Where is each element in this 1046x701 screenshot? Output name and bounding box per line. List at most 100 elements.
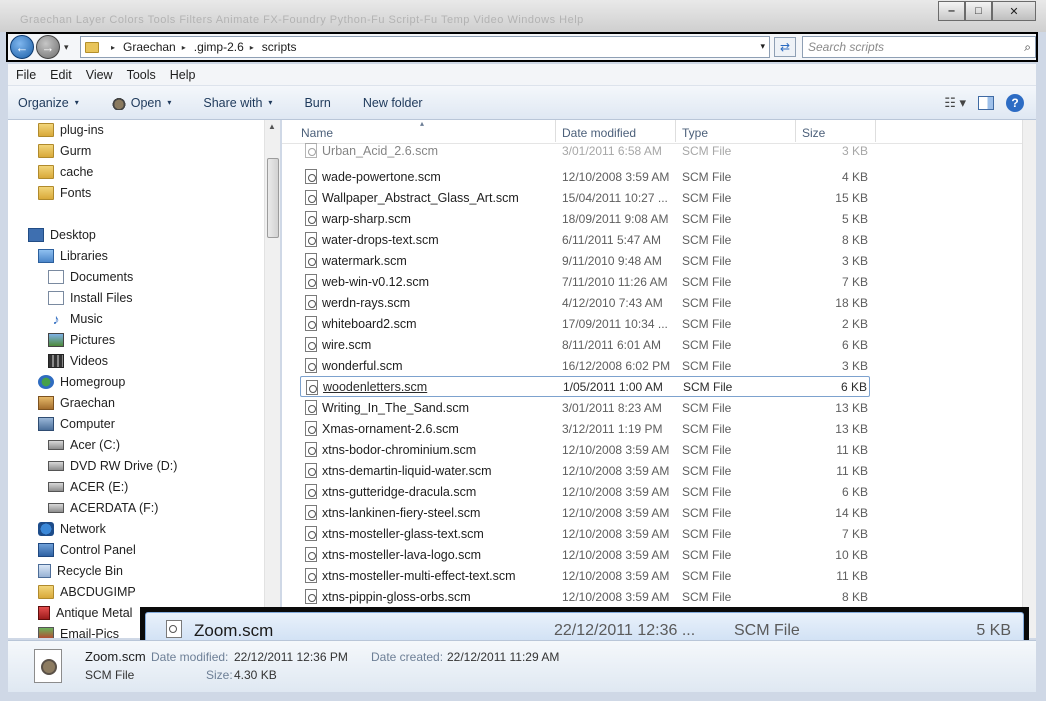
column-divider[interactable] <box>675 120 676 142</box>
table-row[interactable]: wire.scm 8/11/2011 6:01 AM SCM File 6 KB <box>300 334 870 355</box>
table-row[interactable]: watermark.scm 9/11/2010 9:48 AM SCM File 3 … <box>300 250 870 271</box>
nav-drive-f[interactable]: ACERDATA (F:) <box>48 498 158 518</box>
breadcrumb-root-arrow[interactable]: ▸ <box>105 43 123 52</box>
breadcrumb-gimp[interactable]: .gimp-2.6 ▸ <box>194 40 262 54</box>
table-row-selected[interactable]: woodenletters.scm 1/05/2011 1:00 AM SCM Fi… <box>300 376 870 397</box>
nav-antique-metal[interactable]: Antique Metal <box>38 603 132 623</box>
nav-computer[interactable]: Computer <box>38 414 115 434</box>
nav-graechan[interactable]: Graechan <box>38 393 115 413</box>
back-button[interactable]: ← <box>10 35 34 59</box>
column-divider[interactable] <box>555 120 556 142</box>
preview-pane-icon[interactable] <box>978 96 994 110</box>
nav-drive-d[interactable]: DVD RW Drive (D:) <box>48 456 177 476</box>
menu-tools[interactable]: Tools <box>127 68 156 82</box>
menu-help[interactable]: Help <box>170 68 196 82</box>
nav-fonts[interactable]: Fonts <box>38 183 91 203</box>
file-type: SCM File <box>682 421 732 436</box>
search-icon[interactable]: ⌕ <box>1024 40 1031 55</box>
nav-install-files[interactable]: Install Files <box>48 288 133 308</box>
forward-button[interactable]: → <box>36 35 60 59</box>
table-row[interactable]: Wallpaper_Abstract_Glass_Art.scm 15/04/20… <box>300 187 870 208</box>
table-row[interactable]: warp-sharp.scm 18/09/2011 9:08 AM SCM File… <box>300 208 870 229</box>
file-name: Xmas-ornament-2.6.scm <box>322 421 459 436</box>
table-row[interactable]: Xmas-ornament-2.6.scm 3/12/2011 1:19 PM SC… <box>300 418 870 439</box>
table-row[interactable]: xtns-mosteller-glass-text.scm 12/10/2008 … <box>300 523 870 544</box>
table-row[interactable]: water-drops-text.scm 6/11/2011 5:47 AM SCM… <box>300 229 870 250</box>
drive-icon <box>48 440 64 450</box>
table-row[interactable]: xtns-pippin-gloss-orbs.scm 12/10/2008 3:5… <box>300 586 870 607</box>
scroll-up-icon[interactable]: ▲ <box>268 122 276 131</box>
maximize-button[interactable]: □ <box>965 1 992 21</box>
details-created-value: 22/12/2011 11:29 AM <box>447 650 560 664</box>
nav-documents[interactable]: Documents <box>48 267 133 287</box>
table-row[interactable]: xtns-demartin-liquid-water.scm 12/10/2008… <box>300 460 870 481</box>
nav-gurm[interactable]: Gurm <box>38 141 91 161</box>
file-name: web-win-v0.12.scm <box>322 274 429 289</box>
address-bar: ← → ▾ ▸ Graechan ▸ .gimp-2.6 ▸ scripts ▾ ⇄… <box>8 34 1036 60</box>
nav-scroll-thumb[interactable] <box>267 158 279 238</box>
search-input[interactable]: Search scripts ⌕ <box>802 36 1036 58</box>
nav-cache[interactable]: cache <box>38 162 93 182</box>
title-bar[interactable]: Graechan Layer Colors Tools Filters Anim… <box>0 0 1046 32</box>
help-icon[interactable]: ? <box>1006 94 1024 112</box>
column-size[interactable]: Size <box>802 126 825 140</box>
table-row[interactable]: xtns-lankinen-fiery-steel.scm 12/10/2008 … <box>300 502 870 523</box>
table-row[interactable]: wade-powertone.scm 12/10/2008 3:59 AM SCM … <box>300 166 870 187</box>
nav-pictures[interactable]: Pictures <box>48 330 115 350</box>
pictures-folder-icon <box>38 627 54 638</box>
table-row[interactable]: werdn-rays.scm 4/12/2010 7:43 AM SCM File 1… <box>300 292 870 313</box>
nav-desktop[interactable]: Desktop <box>28 225 96 245</box>
burn-button[interactable]: Burn <box>304 96 330 110</box>
nav-control-panel[interactable]: Control Panel <box>38 540 136 560</box>
table-row[interactable]: Writing_In_The_Sand.scm 3/01/2011 8:23 AM… <box>300 397 870 418</box>
nav-videos[interactable]: Videos <box>48 351 108 371</box>
details-modified-label: Date modified: <box>151 650 229 664</box>
nav-music[interactable]: ♪ Music <box>48 309 103 329</box>
address-history-dropdown[interactable]: ▾ <box>760 41 765 52</box>
nav-drive-c[interactable]: Acer (C:) <box>48 435 120 455</box>
file-size: 6 KB <box>841 484 868 499</box>
table-row[interactable]: xtns-mosteller-multi-effect-text.scm 12/1… <box>300 565 870 586</box>
breadcrumb-scripts[interactable]: scripts <box>262 40 297 54</box>
file-type: SCM File <box>682 400 732 415</box>
minimize-button[interactable]: ‒ <box>938 1 965 21</box>
nav-abcdugimp[interactable]: ABCDUGIMP <box>38 582 136 602</box>
column-date-modified[interactable]: Date modified <box>562 126 636 140</box>
views-icon[interactable]: ☷ ▾ <box>944 95 966 111</box>
nav-scrollbar[interactable]: ▲ <box>264 120 280 638</box>
nav-network[interactable]: Network <box>38 519 106 539</box>
file-size: 11 KB <box>836 568 868 583</box>
table-row[interactable]: Urban_Acid_2.6.scm 3/01/2011 6:58 AM SCM F… <box>300 140 870 161</box>
menu-view[interactable]: View <box>86 68 113 82</box>
menu-edit[interactable]: Edit <box>50 68 72 82</box>
nav-drive-e[interactable]: ACER (E:) <box>48 477 128 497</box>
close-button[interactable]: ✕ <box>992 1 1036 21</box>
breadcrumb[interactable]: ▸ Graechan ▸ .gimp-2.6 ▸ scripts ▾ <box>80 36 770 58</box>
table-row[interactable]: xtns-gutteridge-dracula.scm 12/10/2008 3:… <box>300 481 870 502</box>
column-divider[interactable] <box>875 120 876 142</box>
breadcrumb-graechan[interactable]: Graechan ▸ <box>123 40 194 54</box>
nav-libraries[interactable]: Libraries <box>38 246 108 266</box>
table-row[interactable]: xtns-mosteller-lava-logo.scm 12/10/2008 3… <box>300 544 870 565</box>
table-row[interactable]: web-win-v0.12.scm 7/11/2010 11:26 AM SCM F… <box>300 271 870 292</box>
refresh-button[interactable]: ⇄ <box>774 37 796 57</box>
open-button[interactable]: Open ▾ <box>110 95 171 110</box>
nav-email-pics[interactable]: Email-Pics <box>38 624 119 638</box>
file-type: SCM File <box>682 295 732 310</box>
share-with-button[interactable]: Share with ▾ <box>203 96 272 110</box>
organize-button[interactable]: Organize ▾ <box>18 96 79 110</box>
gimp-script-icon <box>305 589 317 604</box>
nav-plug-ins[interactable]: plug-ins <box>38 120 104 140</box>
column-type[interactable]: Type <box>682 126 708 140</box>
table-row[interactable]: wonderful.scm 16/12/2008 6:02 PM SCM File 3… <box>300 355 870 376</box>
nav-recycle-bin[interactable]: Recycle Bin <box>38 561 123 581</box>
nav-homegroup[interactable]: Homegroup <box>38 372 125 392</box>
recent-pages-dropdown[interactable]: ▾ <box>64 42 69 53</box>
table-row[interactable]: xtns-bodor-chrominium.scm 12/10/2008 3:59… <box>300 439 870 460</box>
table-row[interactable]: whiteboard2.scm 17/09/2011 10:34 ... SCM F… <box>300 313 870 334</box>
menu-file[interactable]: File <box>16 68 36 82</box>
column-divider[interactable] <box>795 120 796 142</box>
column-name[interactable]: Name <box>301 126 333 140</box>
new-folder-button[interactable]: New folder <box>363 96 423 110</box>
file-list-scrollbar[interactable] <box>1022 120 1036 638</box>
